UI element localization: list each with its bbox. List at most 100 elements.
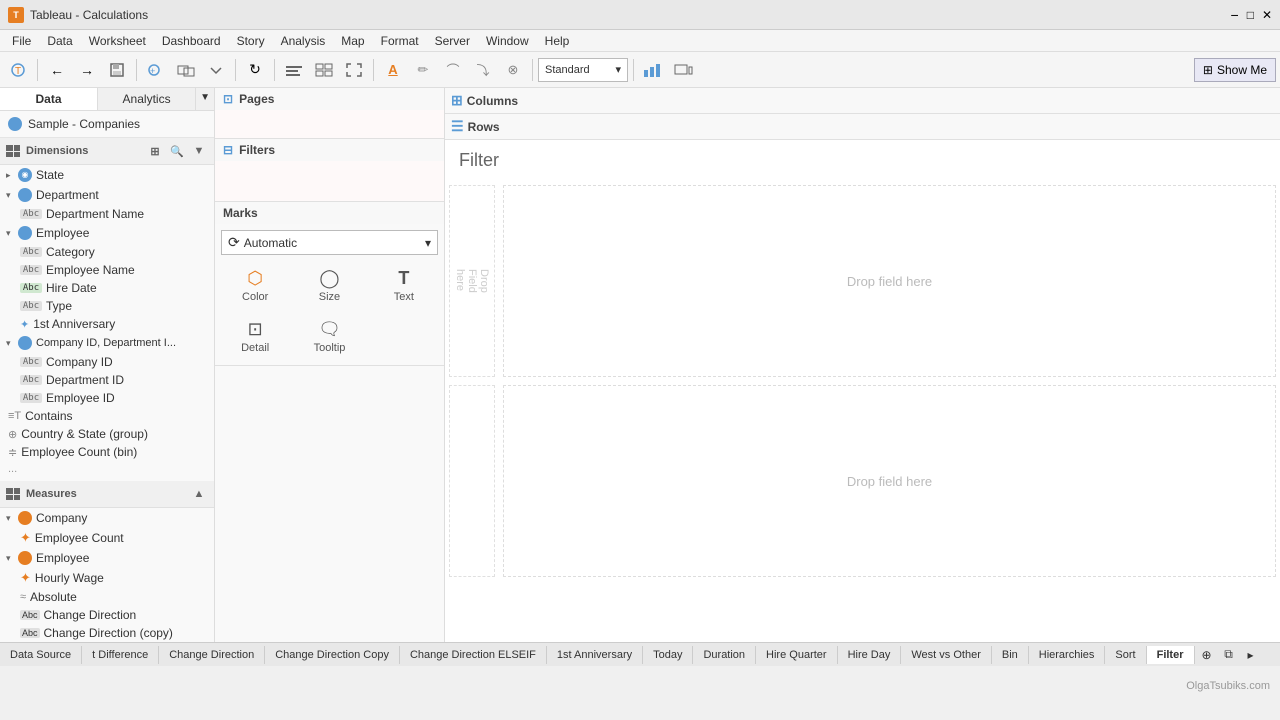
highlighter-button[interactable]: A: [379, 56, 407, 84]
menu-worksheet[interactable]: Worksheet: [81, 32, 154, 50]
tab-hierarchies[interactable]: Hierarchies: [1029, 646, 1106, 664]
home-button[interactable]: T: [4, 56, 32, 84]
field-change-direction-copy[interactable]: Abc Change Direction (copy): [0, 624, 214, 642]
tab-analytics[interactable]: Analytics: [98, 88, 196, 110]
field-employee-id[interactable]: Abc Employee ID: [0, 389, 214, 407]
dim-search[interactable]: 🔍: [168, 142, 186, 160]
tab-1st-anniversary[interactable]: 1st Anniversary: [547, 646, 643, 664]
fit-button[interactable]: [340, 56, 368, 84]
swap-button[interactable]: [172, 56, 200, 84]
columns-drop-area[interactable]: [531, 88, 1274, 113]
menu-story[interactable]: Story: [229, 32, 273, 50]
tab-west-vs-other[interactable]: West vs Other: [901, 646, 991, 664]
field-contains[interactable]: ≡T Contains: [0, 407, 214, 425]
menu-help[interactable]: Help: [537, 32, 578, 50]
mark-type-button[interactable]: [280, 56, 308, 84]
marks-type-selector[interactable]: ⟳ Automatic ▾: [221, 230, 438, 255]
detail-mark-btn[interactable]: ⊡ Detail: [221, 314, 289, 359]
field-absolute[interactable]: ≈ Absolute: [0, 588, 214, 606]
field-1st-anniversary[interactable]: ✦ 1st Anniversary: [0, 315, 214, 333]
tooltip-button[interactable]: ✏: [409, 56, 437, 84]
rows-drop-area[interactable]: [531, 114, 1274, 139]
meas-up[interactable]: ▲: [190, 485, 208, 503]
drop-left-top[interactable]: DropFieldhere: [449, 185, 495, 377]
field-hire-date[interactable]: Abc Hire Date: [0, 279, 214, 297]
dropdown-btn[interactable]: [202, 56, 230, 84]
view-cards-button[interactable]: [310, 56, 338, 84]
field-group-company-meas-header[interactable]: ▾ Company: [0, 508, 214, 528]
tab-arrow[interactable]: ▼: [196, 88, 214, 110]
field-employee-count-bin[interactable]: ≑ Employee Count (bin): [0, 443, 214, 461]
menu-window[interactable]: Window: [478, 32, 537, 50]
tab-data-source[interactable]: Data Source: [0, 646, 82, 664]
tab-sort[interactable]: Sort: [1105, 646, 1146, 664]
menu-map[interactable]: Map: [333, 32, 372, 50]
minimize-button[interactable]: −: [1231, 8, 1239, 22]
field-category[interactable]: Abc Category: [0, 243, 214, 261]
text-mark-btn[interactable]: T Text: [370, 263, 438, 308]
tab-duration[interactable]: Duration: [693, 646, 756, 664]
back-button[interactable]: ←: [43, 56, 71, 84]
menu-dashboard[interactable]: Dashboard: [154, 32, 229, 50]
tooltip-mark-btn[interactable]: 🗨 Tooltip: [295, 314, 363, 359]
field-country-state[interactable]: ⊕ Country & State (group): [0, 425, 214, 443]
duplicate-sheet-icon[interactable]: ⧉: [1219, 645, 1239, 665]
dim-add[interactable]: ▼: [190, 142, 208, 160]
dept-icon: [18, 188, 32, 202]
expand-emp-meas-icon: ▾: [6, 553, 18, 564]
tab-today[interactable]: Today: [643, 646, 693, 664]
field-group-state-header[interactable]: ▸ ◉ State: [0, 165, 214, 185]
tab-hire-quarter[interactable]: Hire Quarter: [756, 646, 838, 664]
tab-change-direction[interactable]: Change Direction: [159, 646, 265, 664]
field-group-companyid-header[interactable]: ▾ Company ID, Department I...: [0, 333, 214, 353]
tab-data[interactable]: Data: [0, 88, 98, 110]
drop-zone-top-right[interactable]: Drop field here: [503, 185, 1276, 377]
size-mark-btn[interactable]: ◯ Size: [295, 263, 363, 308]
dim-grid-view[interactable]: ⊞: [146, 142, 164, 160]
field-employee-name[interactable]: Abc Employee Name: [0, 261, 214, 279]
tab-bin[interactable]: Bin: [992, 646, 1029, 664]
tab-change-direction-copy[interactable]: Change Direction Copy: [265, 646, 400, 664]
tooltip2-button[interactable]: ⌒: [439, 56, 467, 84]
field-department-id[interactable]: Abc Department ID: [0, 371, 214, 389]
separator2: [136, 59, 137, 81]
separator3: [235, 59, 236, 81]
chart-button[interactable]: [639, 56, 667, 84]
new-datasource-button[interactable]: +: [142, 56, 170, 84]
menu-format[interactable]: Format: [373, 32, 427, 50]
field-company-id[interactable]: Abc Company ID: [0, 353, 214, 371]
tab-filter[interactable]: Filter: [1147, 646, 1195, 664]
maximize-button[interactable]: □: [1247, 9, 1254, 21]
color-mark-btn[interactable]: ⬡ Color: [221, 263, 289, 308]
standard-dropdown[interactable]: Standard ▾: [538, 58, 628, 82]
undo-button[interactable]: ↻: [241, 56, 269, 84]
new-sheet-icon[interactable]: ⊕: [1197, 645, 1217, 665]
data-source-item[interactable]: Sample - Companies: [0, 111, 214, 138]
menu-analysis[interactable]: Analysis: [273, 32, 334, 50]
field-type[interactable]: Abc Type: [0, 297, 214, 315]
field-group-employee-dim-header[interactable]: ▾ Employee: [0, 223, 214, 243]
tooltip3-button[interactable]: ⤵: [469, 56, 497, 84]
state-geo-icon: ◉: [18, 168, 32, 182]
save-button[interactable]: [103, 56, 131, 84]
menu-data[interactable]: Data: [39, 32, 80, 50]
tab-t-difference[interactable]: t Difference: [82, 646, 159, 664]
forward-button[interactable]: →: [73, 56, 101, 84]
close-button[interactable]: ✕: [1262, 9, 1272, 21]
tooltip4-button[interactable]: ⊗: [499, 56, 527, 84]
drop-zone-bottom-right[interactable]: Drop field here: [503, 385, 1276, 577]
device-button[interactable]: [669, 56, 697, 84]
menu-file[interactable]: File: [4, 32, 39, 50]
menu-server[interactable]: Server: [427, 32, 478, 50]
tab-options-icon[interactable]: ▸: [1241, 645, 1261, 665]
field-department-name[interactable]: Abc Department Name: [0, 205, 214, 223]
field-group-department-header[interactable]: ▾ Department: [0, 185, 214, 205]
field-employee-count[interactable]: ✦ Employee Count: [0, 528, 214, 548]
left-scroll[interactable]: ▸ ◉ State ▾ Department Abc Department Na…: [0, 165, 214, 642]
tab-change-direction-elseif[interactable]: Change Direction ELSEIF: [400, 646, 547, 664]
tab-hire-day[interactable]: Hire Day: [838, 646, 902, 664]
field-group-employee-meas-header[interactable]: ▾ Employee: [0, 548, 214, 568]
field-hourly-wage[interactable]: ✦ Hourly Wage: [0, 568, 214, 588]
show-me-button[interactable]: ⊞ Show Me: [1194, 58, 1276, 82]
field-change-direction[interactable]: Abc Change Direction: [0, 606, 214, 624]
